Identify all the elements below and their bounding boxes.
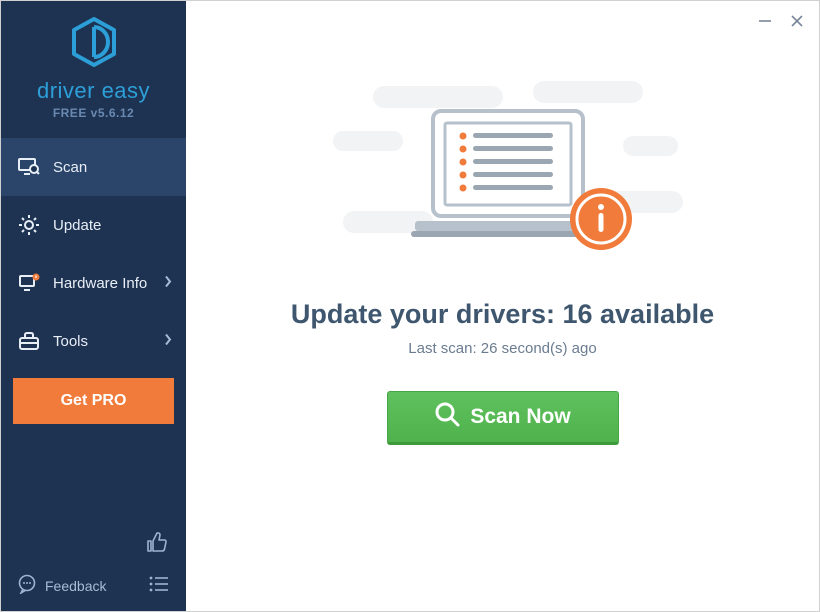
chat-icon bbox=[17, 574, 37, 597]
app-version: FREE v5.6.12 bbox=[1, 106, 186, 120]
feedback-label: Feedback bbox=[45, 578, 106, 594]
toolbox-icon bbox=[17, 330, 41, 352]
close-button[interactable] bbox=[783, 9, 811, 33]
minimize-button[interactable] bbox=[751, 9, 779, 33]
headline-prefix: Update your drivers: bbox=[291, 299, 563, 329]
logo-area: driver easy FREE v5.6.12 bbox=[1, 1, 186, 130]
gear-icon bbox=[17, 214, 41, 236]
driver-list-illustration bbox=[323, 81, 683, 271]
window-controls bbox=[751, 9, 811, 33]
sidebar-item-hardware-info[interactable]: Hardware Info bbox=[1, 254, 186, 312]
sidebar-item-label: Hardware Info bbox=[53, 275, 147, 292]
sidebar-item-tools[interactable]: Tools bbox=[1, 312, 186, 370]
sidebar-item-label: Scan bbox=[53, 159, 87, 176]
sidebar-item-label: Update bbox=[53, 217, 101, 234]
feedback-button[interactable]: Feedback bbox=[17, 574, 106, 597]
app-name: driver easy bbox=[1, 78, 186, 104]
thumbs-up-button[interactable] bbox=[13, 523, 174, 566]
headline-suffix: available bbox=[593, 299, 715, 329]
menu-list-icon[interactable] bbox=[148, 576, 170, 595]
nav: Scan Update bbox=[1, 138, 186, 370]
chevron-right-icon bbox=[164, 275, 172, 292]
sidebar-footer: Feedback bbox=[1, 523, 186, 611]
chevron-right-icon bbox=[164, 333, 172, 350]
hardware-icon bbox=[17, 272, 41, 294]
scan-now-label: Scan Now bbox=[470, 405, 570, 429]
sidebar-item-label: Tools bbox=[53, 333, 88, 350]
last-scan-text: Last scan: 26 second(s) ago bbox=[408, 340, 596, 357]
get-pro-label: Get PRO bbox=[61, 392, 127, 409]
headline: Update your drivers: 16 available bbox=[291, 299, 714, 330]
search-icon bbox=[434, 401, 460, 433]
available-count: 16 bbox=[562, 299, 592, 329]
sidebar-item-update[interactable]: Update bbox=[1, 196, 186, 254]
sidebar: driver easy FREE v5.6.12 Scan bbox=[1, 1, 186, 611]
get-pro-button[interactable]: Get PRO bbox=[13, 378, 174, 424]
monitor-search-icon bbox=[17, 156, 41, 178]
app-logo-icon bbox=[70, 17, 118, 72]
main-panel: Update your drivers: 16 available Last s… bbox=[186, 1, 819, 611]
sidebar-item-scan[interactable]: Scan bbox=[1, 138, 186, 196]
scan-now-button[interactable]: Scan Now bbox=[387, 391, 619, 445]
